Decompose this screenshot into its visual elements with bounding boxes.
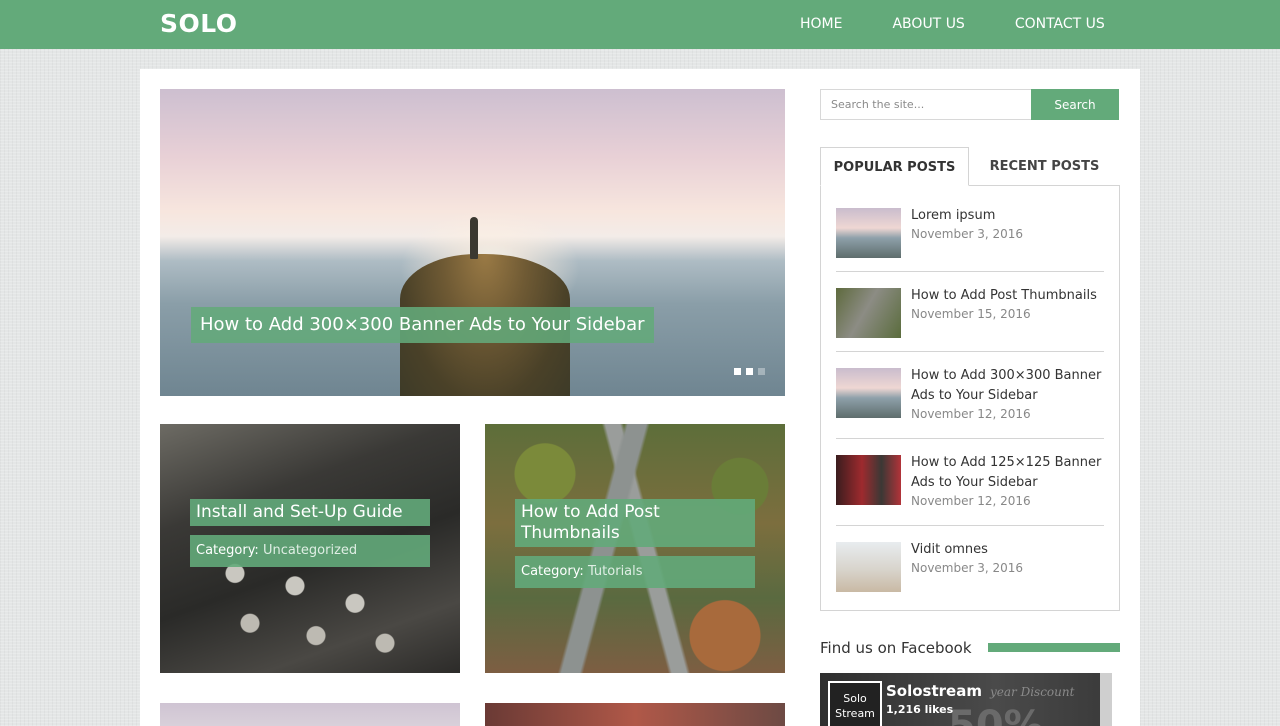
- popular-post-title[interactable]: How to Add Post Thumbnails: [911, 286, 1111, 306]
- facebook-likes-count: 1,216 likes: [886, 703, 954, 716]
- post-thumbnail[interactable]: [836, 455, 901, 505]
- post-card-title[interactable]: Install and Set-Up Guide: [190, 499, 430, 526]
- search-input[interactable]: [820, 89, 1031, 120]
- popular-post-item[interactable]: Vidit omnes November 3, 2016: [836, 542, 1104, 592]
- post-thumbnail[interactable]: [836, 368, 901, 418]
- post-card-post-thumbnails[interactable]: How to Add Post Thumbnails Category: Tut…: [485, 424, 785, 673]
- avatar-text-line2: Stream: [835, 707, 875, 720]
- post-thumbnail[interactable]: [836, 542, 901, 592]
- popular-post-date: November 3, 2016: [911, 561, 1024, 575]
- category-label: Category:: [521, 564, 584, 579]
- popular-post-date: November 15, 2016: [911, 307, 1031, 321]
- facebook-cover-big-text: 50%: [948, 703, 1044, 726]
- top-navigation-bar: SOLO HOME ABOUT US CONTACT US: [0, 0, 1280, 49]
- avatar-text-line1: Solo: [843, 692, 867, 705]
- slide-image-person: [470, 217, 478, 259]
- content-container: How to Add 300×300 Banner Ads to Your Si…: [140, 69, 1140, 726]
- post-card-category: Category: Uncategorized: [190, 535, 430, 567]
- facebook-page-avatar[interactable]: Solo Stream: [828, 681, 882, 726]
- list-divider: [836, 351, 1104, 352]
- list-divider: [836, 438, 1104, 439]
- facebook-page-plugin[interactable]: year Discount 50% Solo Stream Solostream…: [820, 673, 1112, 726]
- post-thumbnail[interactable]: [836, 208, 901, 258]
- popular-post-title[interactable]: How to Add 300×300 Banner Ads to Your Si…: [911, 366, 1111, 406]
- tab-recent-posts[interactable]: RECENT POSTS: [969, 147, 1120, 186]
- featured-slider[interactable]: How to Add 300×300 Banner Ads to Your Si…: [160, 89, 785, 396]
- nav-about-us[interactable]: ABOUT US: [892, 16, 964, 32]
- tab-popular-posts[interactable]: POPULAR POSTS: [820, 147, 969, 186]
- popular-post-item[interactable]: How to Add Post Thumbnails November 15, …: [836, 288, 1104, 338]
- facebook-page-name[interactable]: Solostream: [886, 682, 982, 700]
- slide-caption[interactable]: How to Add 300×300 Banner Ads to Your Si…: [191, 307, 654, 343]
- heading-accent-bar: [988, 643, 1120, 652]
- popular-post-title[interactable]: How to Add 125×125 Banner Ads to Your Si…: [911, 453, 1111, 493]
- facebook-plugin-edge: [1100, 673, 1112, 726]
- slider-pagination: [734, 368, 770, 375]
- popular-post-item[interactable]: Lorem ipsum November 3, 2016: [836, 208, 1104, 258]
- post-thumbnail[interactable]: [836, 288, 901, 338]
- slider-dot-1[interactable]: [734, 368, 741, 375]
- facebook-widget-heading: Find us on Facebook: [820, 639, 972, 657]
- nav-home[interactable]: HOME: [800, 16, 842, 32]
- list-divider: [836, 525, 1104, 526]
- popular-post-date: November 12, 2016: [911, 407, 1031, 421]
- post-card-install-guide[interactable]: Install and Set-Up Guide Category: Uncat…: [160, 424, 460, 673]
- facebook-cover-text: year Discount: [990, 685, 1075, 699]
- post-card-peek[interactable]: [160, 703, 460, 726]
- popular-post-date: November 3, 2016: [911, 227, 1024, 241]
- slider-dot-2[interactable]: [746, 368, 753, 375]
- site-logo[interactable]: SOLO: [160, 9, 238, 38]
- nav-contact-us[interactable]: CONTACT US: [1015, 16, 1105, 32]
- popular-post-item[interactable]: How to Add 300×300 Banner Ads to Your Si…: [836, 368, 1104, 421]
- slider-dot-3[interactable]: [758, 368, 765, 375]
- popular-post-date: November 12, 2016: [911, 494, 1031, 508]
- popular-post-item[interactable]: How to Add 125×125 Banner Ads to Your Si…: [836, 455, 1104, 508]
- popular-post-title[interactable]: Lorem ipsum: [911, 206, 1111, 226]
- category-label: Category:: [196, 543, 259, 558]
- category-link[interactable]: Uncategorized: [263, 543, 357, 558]
- popular-post-title[interactable]: Vidit omnes: [911, 540, 1111, 560]
- post-card-title[interactable]: How to Add Post Thumbnails: [515, 499, 755, 547]
- list-divider: [836, 271, 1104, 272]
- post-card-peek[interactable]: [485, 703, 785, 726]
- search-button[interactable]: Search: [1031, 89, 1119, 120]
- post-card-category: Category: Tutorials: [515, 556, 755, 588]
- category-link[interactable]: Tutorials: [588, 564, 643, 579]
- main-nav: HOME ABOUT US CONTACT US: [800, 16, 1155, 32]
